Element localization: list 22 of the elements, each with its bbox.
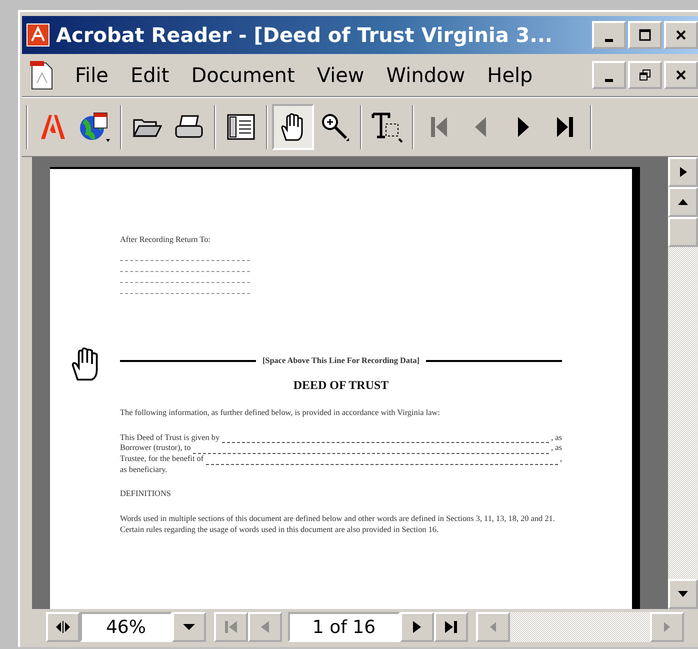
beneficiary-text: as beneficiary. — [120, 464, 168, 476]
menu-item[interactable]: Help — [476, 63, 544, 87]
fill-tail: , — [560, 454, 562, 465]
fill-label: Trustee, for the benefit of — [120, 454, 204, 465]
definitions-paragraph: Words used in multiple sections of this document are defined below and other words are defined in Sections 3, 11, 13, 18, 20 and 21. Certain rules regarding the usage of words used in this document are also provided in Section 16. — [120, 514, 556, 536]
fill-tail: , as — [551, 443, 562, 454]
zoom-field[interactable]: 46% — [80, 612, 172, 642]
fill-label: This Deed of Trust is given by — [120, 432, 220, 444]
document-heading: DEED OF TRUST — [292, 378, 390, 394]
menu-item[interactable]: Document — [180, 63, 306, 87]
window-title: Acrobat Reader - [Deed of Trust Virginia 3... — [56, 23, 554, 47]
menu-item[interactable]: Edit — [119, 63, 180, 87]
menu-item[interactable]: File — [64, 63, 120, 87]
menu-item[interactable]: View — [306, 63, 376, 87]
page-number-field[interactable]: 1 of 16 — [288, 612, 400, 642]
recording-separator-text: [Space Above This Line For Recording Data] — [262, 356, 420, 366]
fill-tail: , as — [551, 432, 562, 444]
return-address-label: After Recording Return To: — [120, 235, 212, 246]
fill-label: Borrower (trustor), to — [120, 443, 191, 454]
intro-paragraph: The following information, as further defined below, is provided in accordance with Virginia law: — [120, 408, 441, 419]
menu-item[interactable]: Window — [375, 63, 476, 87]
section-heading: DEFINITIONS — [120, 489, 172, 500]
